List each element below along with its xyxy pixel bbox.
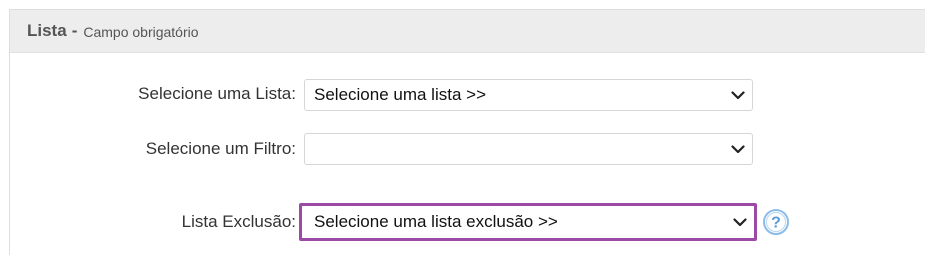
panel-title-separator: -: [71, 21, 78, 40]
filter-select-label: Selecione um Filtro:: [145, 139, 296, 158]
panel-header: Lista - Campo obrigatório: [10, 10, 925, 53]
exclusion-select[interactable]: Selecione uma lista exclusão >>: [299, 203, 757, 241]
chevron-down-icon: [724, 80, 752, 110]
list-select-label: Selecione uma Lista:: [138, 84, 296, 103]
chevron-down-icon: [724, 134, 752, 164]
list-select[interactable]: Selecione uma lista >>: [304, 79, 753, 111]
filter-select[interactable]: [304, 133, 753, 165]
panel-title: Lista: [27, 21, 67, 40]
exclusion-select-label: Lista Exclusão:: [181, 212, 296, 231]
exclusion-select-value: Selecione uma lista exclusão >>: [314, 212, 558, 231]
svg-text:?: ?: [771, 215, 781, 232]
panel-subtitle: Campo obrigatório: [83, 23, 199, 40]
question-icon[interactable]: ?: [762, 208, 790, 236]
list-select-value: Selecione uma lista >>: [314, 85, 486, 104]
chevron-down-icon: [726, 206, 754, 238]
